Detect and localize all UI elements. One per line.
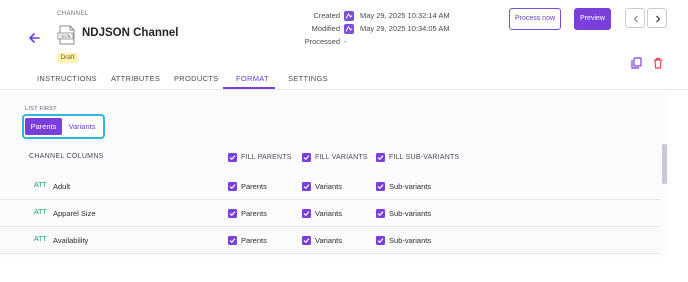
attribute-name: Apparel Size (53, 209, 96, 218)
processed-value: - (344, 37, 347, 46)
checkbox-checked-icon[interactable] (376, 153, 385, 162)
modified-value: May 29, 2025 10:34:05 AM (360, 24, 450, 33)
sub-variants-label: Sub-variants (389, 236, 432, 245)
parents-label: Parents (241, 209, 267, 218)
toggle-parents[interactable]: Parents (25, 118, 62, 135)
next-button[interactable] (647, 8, 667, 28)
vertical-scrollbar[interactable] (662, 144, 667, 184)
fill-parents-header[interactable]: FILL PARENTS (228, 153, 308, 164)
tab-products[interactable]: PRODUCTS (174, 67, 219, 90)
table-row: ATT Apparel Size Parents Variants Sub-va… (0, 200, 660, 227)
tab-attributes[interactable]: ATTRIBUTES (111, 67, 160, 90)
checkbox-checked-icon[interactable] (228, 209, 237, 218)
sub-variants-label: Sub-variants (389, 209, 432, 218)
chevron-right-icon (656, 15, 661, 23)
created-value: May 29, 2025 10:32:14 AM (360, 11, 450, 20)
preview-button[interactable]: Preview (574, 8, 611, 30)
status-badge: Draft (57, 53, 78, 63)
parents-label: Parents (241, 182, 267, 191)
fill-variants-header[interactable]: FILL VARIANTS (302, 153, 382, 164)
variants-label: Variants (315, 209, 342, 218)
avatar-icon (344, 11, 354, 21)
chevron-left-icon (633, 15, 638, 23)
created-label: Created (313, 11, 340, 20)
json-file-icon-text: JSON (59, 34, 70, 39)
channel-kind-label: CHANNEL (57, 11, 89, 17)
fill-parents-label: FILL PARENTS (241, 154, 292, 161)
list-first-label: LIST FIRST (25, 106, 57, 112)
fill-sub-variants-label: FILL SUB-VARIANTS (389, 154, 460, 161)
checkbox-checked-icon[interactable] (302, 182, 311, 191)
checkbox-checked-icon[interactable] (376, 236, 385, 245)
attribute-name: Adult (53, 182, 71, 191)
table-row: ATT Adult Parents Variants Sub-variants (0, 173, 660, 200)
attribute-type: ATT (34, 209, 47, 216)
checkbox-checked-icon[interactable] (228, 153, 237, 162)
previous-button[interactable] (625, 8, 645, 28)
parents-label: Parents (241, 236, 267, 245)
checkbox-checked-icon[interactable] (302, 236, 311, 245)
checkbox-checked-icon[interactable] (228, 236, 237, 245)
back-arrow-icon[interactable] (27, 31, 41, 45)
checkbox-checked-icon[interactable] (228, 182, 237, 191)
sub-variants-label: Sub-variants (389, 182, 432, 191)
table-header: CHANNEL COLUMNS FILL PARENTS FILL VARIAN… (0, 150, 660, 168)
attribute-name: Availability (53, 236, 89, 245)
active-tab-indicator (223, 87, 275, 89)
processed-label: Processed (304, 37, 340, 46)
modified-label: Modified (311, 24, 340, 33)
checkbox-checked-icon[interactable] (376, 209, 385, 218)
attribute-type: ATT (34, 182, 47, 189)
tab-bar: INSTRUCTIONS ATTRIBUTES PRODUCTS FORMAT … (0, 67, 688, 90)
fill-sub-variants-header[interactable]: FILL SUB-VARIANTS (376, 153, 476, 164)
page-title: NDJSON Channel (82, 27, 179, 39)
process-now-button[interactable]: Process now (509, 8, 561, 30)
tab-settings[interactable]: SETTINGS (288, 67, 328, 90)
channel-columns-header: CHANNEL COLUMNS (29, 153, 104, 160)
tab-instructions[interactable]: INSTRUCTIONS (37, 67, 97, 90)
variants-label: Variants (315, 182, 342, 191)
fill-variants-label: FILL VARIANTS (315, 154, 368, 161)
checkbox-checked-icon[interactable] (376, 182, 385, 191)
json-file-icon: JSON (57, 25, 77, 45)
variants-label: Variants (315, 236, 342, 245)
table-row: ATT Availability Parents Variants Sub-va… (0, 227, 660, 254)
avatar-icon (344, 24, 354, 34)
toggle-variants[interactable]: Variants (62, 118, 102, 135)
checkbox-checked-icon[interactable] (302, 209, 311, 218)
checkbox-checked-icon[interactable] (302, 153, 311, 162)
attribute-type: ATT (34, 236, 47, 243)
